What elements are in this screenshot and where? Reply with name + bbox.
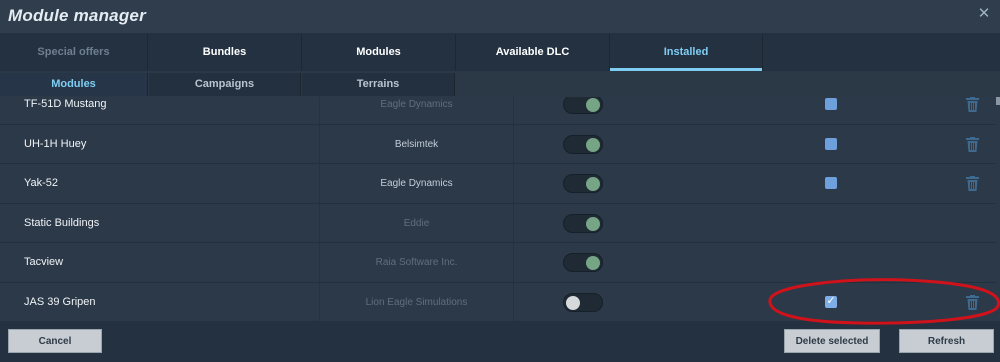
module-name: Static Buildings [24, 216, 100, 229]
module-vendor: Lion Eagle Simulations [365, 296, 468, 308]
toggle-knob [586, 177, 600, 191]
module-row[interactable]: TF-51D Mustang Eagle Dynamics [0, 97, 1000, 125]
toggle-knob [586, 137, 600, 152]
column-divider [513, 282, 514, 321]
module-name: TF-51D Mustang [24, 98, 107, 110]
close-icon[interactable]: ✕ [976, 6, 992, 22]
tab-installed[interactable]: Installed [610, 34, 763, 71]
trash-icon[interactable] [966, 176, 979, 191]
module-row[interactable]: UH-1H Huey Belsimtek [0, 124, 1000, 164]
tab-special-offers[interactable]: Special offers [0, 34, 148, 71]
subtab-campaigns[interactable]: Campaigns [149, 73, 301, 96]
module-row[interactable]: Tacview Raia Software Inc. [0, 243, 1000, 283]
module-rows: TF-51D Mustang Eagle Dynamics UH-1H Huey Be… [0, 97, 1000, 321]
subtab-modules[interactable]: Modules [0, 73, 148, 96]
module-enable-toggle[interactable] [563, 134, 603, 154]
scrollbar[interactable] [996, 97, 1000, 321]
module-vendor: Eddie [403, 217, 430, 229]
module-row[interactable]: JAS 39 Gripen Lion Eagle Simulations ✓ [0, 282, 1000, 321]
module-select-checkbox[interactable] [825, 98, 837, 110]
module-vendor: Raia Software Inc. [375, 257, 458, 268]
column-divider [513, 203, 514, 243]
refresh-button[interactable]: Refresh [899, 329, 994, 353]
footer-bar: Cancel Delete selected Refresh [0, 321, 1000, 362]
tab-modules[interactable]: Modules [302, 34, 456, 71]
column-divider [513, 243, 514, 282]
scrollbar-thumb[interactable] [996, 97, 1000, 105]
toggle-knob [586, 256, 600, 270]
toggle-knob [586, 216, 600, 231]
module-select-checkbox[interactable] [825, 137, 837, 150]
module-select-checkbox[interactable]: ✓ [825, 294, 837, 308]
trash-icon[interactable] [966, 136, 979, 152]
module-name: Yak-52 [24, 177, 59, 189]
subtab-terrains[interactable]: Terrains [302, 73, 455, 96]
trash-icon[interactable] [966, 97, 979, 112]
module-enable-toggle[interactable] [563, 253, 603, 272]
trash-icon[interactable] [966, 294, 979, 310]
main-tabs: Special offers Bundles Modules Available… [0, 34, 1000, 71]
module-select-checkbox[interactable] [825, 177, 837, 189]
window-title: Module manager [8, 6, 146, 25]
module-vendor: Eagle Dynamics [380, 178, 453, 189]
toggle-knob [566, 295, 580, 310]
cancel-button[interactable]: Cancel [8, 329, 102, 353]
module-vendor: Eagle Dynamics [380, 99, 453, 110]
module-name: JAS 39 Gripen [24, 295, 96, 308]
title-bar: Module manager ✕ [0, 0, 1000, 34]
sub-tabs: Modules Campaigns Terrains [0, 71, 1000, 97]
delete-selected-button[interactable]: Delete selected [784, 329, 880, 353]
tab-bundles[interactable]: Bundles [148, 34, 302, 71]
checkmark-icon: ✓ [826, 294, 836, 307]
tab-available-dlc[interactable]: Available DLC [456, 34, 610, 71]
column-divider [513, 97, 514, 124]
toggle-knob [586, 98, 600, 112]
module-vendor: Belsimtek [394, 138, 439, 150]
module-name: UH-1H Huey [24, 137, 87, 150]
module-enable-toggle[interactable] [563, 213, 603, 233]
module-row[interactable]: Yak-52 Eagle Dynamics [0, 164, 1000, 204]
tabs-spacer [763, 34, 1000, 71]
module-name: Tacview [24, 256, 64, 268]
module-list[interactable]: TF-51D Mustang Eagle Dynamics UH-1H Huey Be… [0, 97, 1000, 321]
module-enable-toggle[interactable] [563, 292, 603, 312]
column-divider [513, 164, 514, 203]
column-divider [513, 124, 514, 164]
module-row[interactable]: Static Buildings Eddie [0, 203, 1000, 243]
module-enable-toggle[interactable] [563, 97, 603, 114]
module-enable-toggle[interactable] [563, 174, 603, 193]
